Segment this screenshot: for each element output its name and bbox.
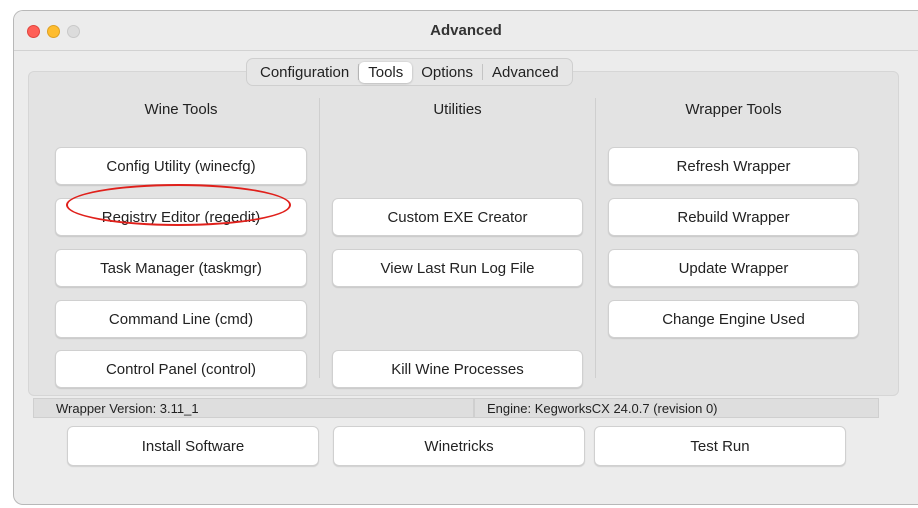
title-bar[interactable]: Advanced [14, 11, 918, 51]
test-run-button[interactable]: Test Run [594, 426, 846, 466]
control-panel-button[interactable]: Control Panel (control) [55, 350, 307, 388]
task-manager-button[interactable]: Task Manager (taskmgr) [55, 249, 307, 287]
wine-tools-header: Wine Tools [144, 101, 218, 118]
command-line-button[interactable]: Command Line (cmd) [55, 300, 307, 338]
engine-status: Engine: KegworksCX 24.0.7 (revision 0) [474, 398, 879, 418]
wrapper-tools-header: Wrapper Tools [685, 101, 782, 118]
tab-configuration[interactable]: Configuration [251, 62, 358, 83]
rebuild-wrapper-button[interactable]: Rebuild Wrapper [608, 198, 859, 236]
tab-advanced[interactable]: Advanced [483, 62, 568, 83]
custom-exe-creator-button[interactable]: Custom EXE Creator [332, 198, 583, 236]
config-utility-button[interactable]: Config Utility (winecfg) [55, 147, 307, 185]
tab-tools[interactable]: Tools [359, 61, 413, 83]
winetricks-button[interactable]: Winetricks [333, 426, 585, 466]
wrapper-version-status: Wrapper Version: 3.11_1 [33, 398, 474, 418]
kill-wine-processes-button[interactable]: Kill Wine Processes [332, 350, 583, 388]
column-divider [319, 98, 320, 378]
install-software-button[interactable]: Install Software [67, 426, 319, 466]
utilities-header: Utilities [433, 101, 482, 118]
tab-options[interactable]: Options [412, 62, 482, 83]
column-divider [595, 98, 596, 378]
tab-bar: Configuration Tools Options Advanced [246, 58, 573, 86]
refresh-wrapper-button[interactable]: Refresh Wrapper [608, 147, 859, 185]
view-log-file-button[interactable]: View Last Run Log File [332, 249, 583, 287]
update-wrapper-button[interactable]: Update Wrapper [608, 249, 859, 287]
change-engine-button[interactable]: Change Engine Used [608, 300, 859, 338]
registry-editor-button[interactable]: Registry Editor (regedit) [55, 198, 307, 236]
window-title: Advanced [430, 22, 502, 39]
